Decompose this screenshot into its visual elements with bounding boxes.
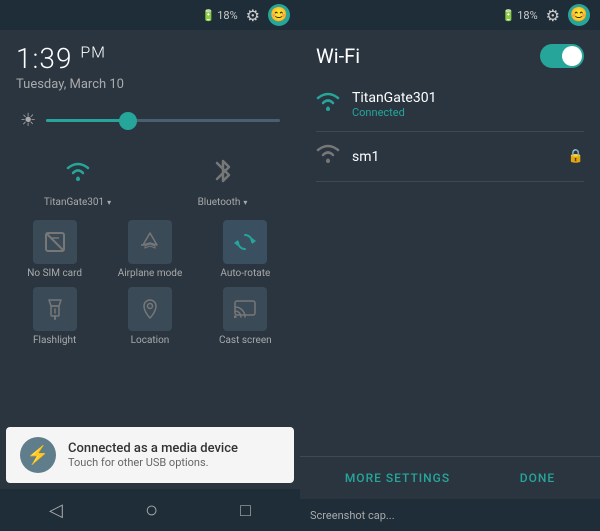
- location-label: Location: [131, 335, 170, 346]
- battery-indicator-right: 🔋 18%: [502, 9, 538, 22]
- bluetooth-icon: [201, 149, 245, 193]
- brightness-slider-area[interactable]: ☀: [0, 100, 300, 141]
- toggle-thumb: [562, 46, 582, 66]
- left-panel: 🔋 18% ⚙ 😊 1:39 PM Tuesday, March 10 ☀: [0, 0, 300, 531]
- bt-tile-label: Bluetooth ▾: [198, 197, 248, 208]
- wifi-network-info-2: sm1: [352, 149, 379, 165]
- nav-bar: ◁ ○ □: [0, 489, 300, 531]
- no-sim-label: No SIM card: [27, 268, 82, 279]
- bluetooth-tile[interactable]: Bluetooth ▾: [155, 149, 290, 208]
- settings-icon-right[interactable]: ⚙: [546, 6, 560, 25]
- user-avatar-left[interactable]: 😊: [268, 4, 290, 26]
- quick-tiles-row-1: TitanGate301 ▾ Bluetooth ▾: [0, 141, 300, 216]
- wifi-ssid-2: sm1: [352, 149, 379, 165]
- user-avatar-icon: 😊: [270, 7, 287, 23]
- wifi-signal-icon-1: [316, 92, 340, 117]
- no-sim-tile[interactable]: No SIM card: [10, 220, 99, 279]
- location-icon: [128, 287, 172, 331]
- battery-percent-right: 18%: [517, 9, 537, 22]
- auto-rotate-icon: [223, 220, 267, 264]
- quick-tiles-row-3: Flashlight Location Cast screen: [0, 283, 300, 350]
- flashlight-tile[interactable]: Flashlight: [10, 287, 99, 346]
- status-bar-right: 🔋 18% ⚙ 😊: [300, 0, 600, 30]
- bt-dropdown-arrow: ▾: [243, 198, 247, 207]
- quick-tiles-row-2: No SIM card Airplane mode A: [0, 216, 300, 283]
- home-button[interactable]: ○: [145, 497, 158, 523]
- wifi-signal-icon-2: [316, 144, 340, 169]
- wifi-ssid-1: TitanGate301: [352, 90, 436, 106]
- time-area: 1:39 PM Tuesday, March 10: [0, 30, 300, 100]
- notif-subtitle: Touch for other USB options.: [68, 456, 238, 469]
- notification-area: ⚡ Connected as a media device Touch for …: [0, 421, 300, 531]
- time-ampm: PM: [80, 43, 106, 62]
- brightness-fill: [46, 119, 128, 122]
- cast-label: Cast screen: [219, 335, 272, 346]
- screenshot-text-right: Screenshot cap...: [310, 509, 395, 522]
- date-display: Tuesday, March 10: [16, 77, 284, 92]
- battery-indicator-left: 🔋 18%: [202, 9, 238, 22]
- time-value: 1:39: [16, 42, 72, 75]
- brightness-thumb[interactable]: [119, 112, 137, 130]
- usb-icon: ⚡: [20, 437, 56, 473]
- right-panel: 🔋 18% ⚙ 😊 Wi-Fi TitanGat: [300, 0, 600, 531]
- cast-icon: [223, 287, 267, 331]
- user-avatar-icon-right: 😊: [570, 7, 587, 23]
- battery-icon-left: 🔋: [202, 9, 216, 22]
- status-bar-left: 🔋 18% ⚙ 😊: [0, 0, 300, 30]
- back-button[interactable]: ◁: [49, 500, 63, 521]
- battery-percent-left: 18%: [217, 9, 237, 22]
- wifi-bottom-bar: MORE SETTINGS DONE: [300, 456, 600, 499]
- usb-notification[interactable]: ⚡ Connected as a media device Touch for …: [6, 427, 294, 483]
- wifi-network-sm1[interactable]: sm1 🔒: [316, 132, 584, 182]
- more-settings-button[interactable]: MORE SETTINGS: [345, 471, 450, 485]
- battery-icon-right: 🔋: [502, 9, 516, 22]
- no-sim-icon: [33, 220, 77, 264]
- wifi-network-titangate[interactable]: TitanGate301 Connected: [316, 78, 584, 132]
- flashlight-label: Flashlight: [33, 335, 76, 346]
- done-button[interactable]: DONE: [520, 471, 555, 485]
- wifi-network-info-1: TitanGate301 Connected: [352, 90, 436, 119]
- wifi-dropdown-arrow: ▾: [107, 198, 111, 207]
- brightness-track[interactable]: [46, 119, 280, 122]
- wifi-header: Wi-Fi: [300, 30, 600, 78]
- location-tile[interactable]: Location: [105, 287, 194, 346]
- airplane-tile[interactable]: Airplane mode: [105, 220, 194, 279]
- wifi-tile-label: TitanGate301 ▾: [44, 197, 111, 208]
- brightness-icon: ☀: [20, 110, 36, 131]
- recents-button[interactable]: □: [240, 500, 251, 521]
- time-display: 1:39 PM: [16, 42, 284, 75]
- notif-title: Connected as a media device: [68, 441, 238, 456]
- screenshot-strip-right: Screenshot cap...: [300, 499, 600, 531]
- user-avatar-right[interactable]: 😊: [568, 4, 590, 26]
- settings-icon-left[interactable]: ⚙: [246, 6, 260, 25]
- auto-rotate-tile[interactable]: Auto-rotate: [201, 220, 290, 279]
- wifi-status-1: Connected: [352, 106, 436, 119]
- airplane-label: Airplane mode: [118, 268, 183, 279]
- wifi-tile[interactable]: TitanGate301 ▾: [10, 149, 145, 208]
- auto-rotate-label: Auto-rotate: [220, 268, 270, 279]
- airplane-icon: [128, 220, 172, 264]
- cast-screen-tile[interactable]: Cast screen: [201, 287, 290, 346]
- lock-icon-2: 🔒: [568, 149, 584, 164]
- wifi-title: Wi-Fi: [316, 44, 360, 68]
- wifi-toggle[interactable]: [540, 44, 584, 68]
- wifi-icon: [56, 149, 100, 193]
- notif-text: Connected as a media device Touch for ot…: [68, 441, 238, 469]
- flashlight-icon: [33, 287, 77, 331]
- wifi-spacer: [300, 267, 600, 456]
- wifi-network-list: TitanGate301 Connected sm1 🔒: [300, 78, 600, 267]
